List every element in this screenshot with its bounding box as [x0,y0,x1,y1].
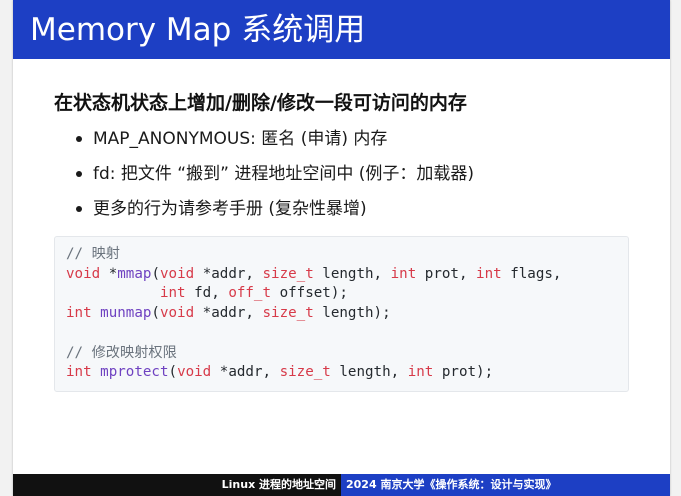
code-token-plain: * [100,265,118,282]
code-token-plain: prot, [416,265,477,282]
code-listing: // 映射 void *mmap(void *addr, size_t lengt… [66,245,628,383]
code-token-plain: *addr, [194,265,263,282]
bullet-list: MAP_ANONYMOUS: 匿名 (申请) 内存 fd: 把文件 “搬到” 进… [73,125,474,230]
code-token-keyword: void [66,265,101,282]
code-token-keyword: size_t [262,305,314,322]
code-line: void *mmap(void *addr, size_t length, in… [66,265,628,285]
code-line: int mprotect(void *addr, size_t length, … [66,363,628,383]
code-line: // 映射 [66,245,628,265]
code-token-func: mmap [117,265,152,282]
code-token-plain: ( [151,265,160,282]
code-token-plain: flags, [501,265,562,282]
code-token-plain: length); [313,305,391,322]
footer-topic: Linux 进程的地址空间 [13,474,341,496]
bullet-dot-icon [76,171,82,177]
bullet-text: 更多的行为请参考手册 (复杂性暴增) [93,199,367,219]
code-token-plain: fd, [185,285,229,302]
bullet-dot-icon [76,206,82,212]
bullet-text: fd: 把文件 “搬到” 进程地址空间中 (例子：加载器) [93,164,474,184]
code-token-comment: // 映射 [66,246,120,262]
code-token-plain: ( [151,305,160,322]
code-token-comment: // 修改映射权限 [66,344,177,361]
code-line: int munmap(void *addr, size_t length); [66,304,628,324]
code-token-plain: length, [313,265,391,282]
slide-title: Memory Map 系统调用 [30,12,366,48]
code-token-keyword: off_t [228,285,272,302]
code-token-plain: *addr, [194,305,263,322]
code-token-func: mprotect [100,364,169,381]
code-line: // 修改映射权限 [66,344,628,364]
code-token-keyword: int [159,285,186,302]
code-token-keyword: int [407,364,434,381]
code-token-keyword: int [66,305,92,322]
section-heading: 在状态机状态上增加/删除/修改一段可访问的内存 [54,92,467,114]
bullet-item: fd: 把文件 “搬到” 进程地址空间中 (例子：加载器) [73,160,474,195]
slide: Memory Map 系统调用 在状态机状态上增加/删除/修改一段可访问的内存 … [13,0,670,496]
code-token-keyword: int [476,265,502,282]
code-token-plain: length, [330,364,408,381]
code-token-keyword: size_t [262,265,314,282]
code-token-keyword: int [66,364,92,381]
bullet-item: MAP_ANONYMOUS: 匿名 (申请) 内存 [73,125,474,160]
code-token-keyword: void [177,364,212,381]
code-token-func: munmap [100,305,152,322]
footer-course: 2024 南京大学《操作系统：设计与实现》 [341,474,670,496]
title-bar: Memory Map 系统调用 [13,0,670,59]
bullet-text: MAP_ANONYMOUS: 匿名 (申请) 内存 [93,129,388,149]
code-token-plain: offset); [271,285,348,302]
bullet-item: 更多的行为请参考手册 (复杂性暴增) [73,195,474,230]
code-block: // 映射 void *mmap(void *addr, size_t lengt… [54,236,629,392]
code-token-keyword: int [390,265,417,282]
code-line: int fd, off_t offset); [66,284,628,304]
bullet-dot-icon [76,136,82,142]
code-token-keyword: size_t [279,364,331,381]
code-token-keyword: void [159,305,195,322]
code-token-plain: ( [168,364,178,381]
code-token-plain: prot); [433,364,494,381]
code-token-plain: *addr, [211,364,280,381]
code-token-keyword: void [159,265,195,282]
